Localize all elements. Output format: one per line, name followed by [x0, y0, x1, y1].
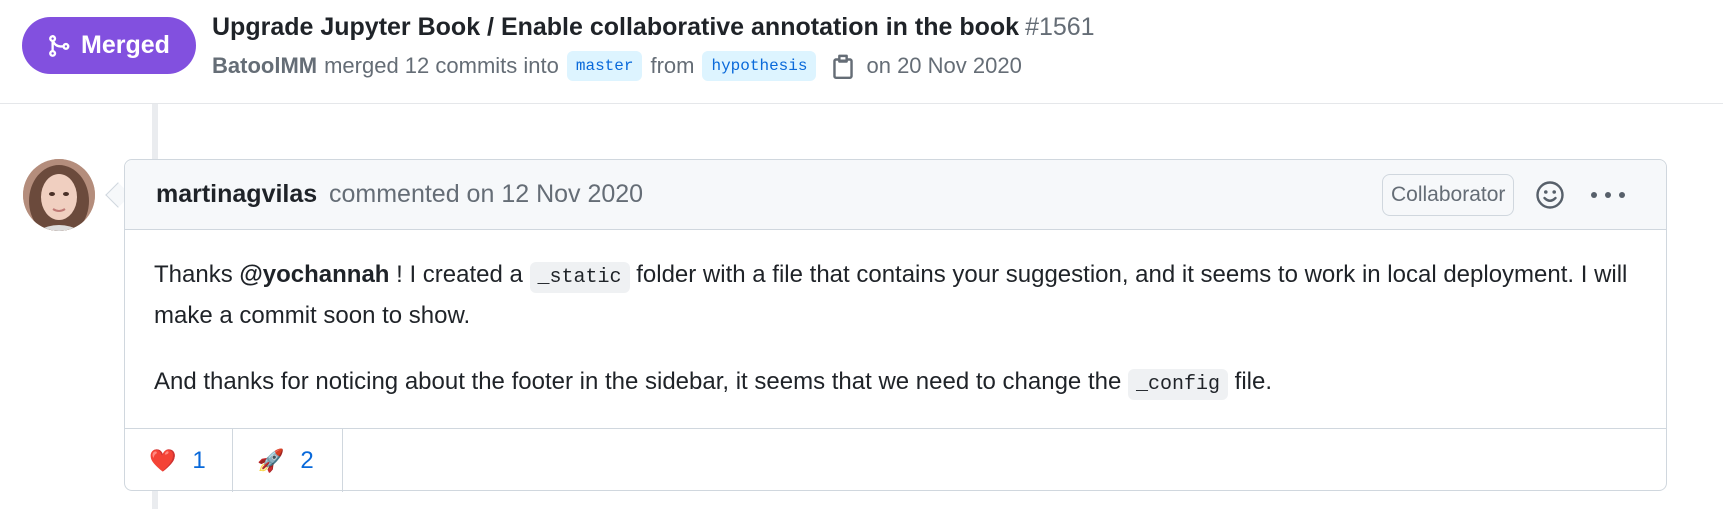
heart-reaction-button[interactable]: ❤️ 1	[125, 429, 233, 492]
from-text: from	[650, 53, 695, 78]
mention-link[interactable]: @yochannah	[239, 261, 389, 288]
merged-text: merged 12 commits into	[324, 53, 559, 78]
heart-icon: ❤️	[149, 447, 177, 473]
collaborator-badge: Collaborator	[1382, 174, 1515, 216]
git-merge-icon	[49, 34, 70, 57]
heart-count: 1	[192, 446, 206, 474]
rocket-icon: 🚀	[257, 447, 285, 473]
text-segment: file.	[1227, 368, 1272, 395]
comment-timestamp[interactable]: commented on 12 Nov 2020	[329, 180, 643, 209]
comment-paragraph-2: And thanks for noticing about the footer…	[154, 363, 1634, 404]
merged-label: Merged	[81, 31, 170, 59]
comment-author-link[interactable]: martinagvilas	[156, 180, 317, 209]
base-branch[interactable]: master	[566, 51, 643, 81]
comment-box: martinagvilas commented on 12 Nov 2020 C…	[124, 159, 1667, 492]
reactions-bar: ❤️ 1 🚀 2	[125, 428, 1666, 492]
add-reaction-icon[interactable]	[1533, 178, 1567, 212]
pr-author-link[interactable]: BatoolMM	[212, 53, 317, 79]
rocket-count: 2	[300, 446, 314, 474]
text-segment: And thanks for noticing about the footer…	[154, 368, 1128, 395]
head-branch[interactable]: hypothesis	[702, 51, 817, 81]
merged-date: on 20 Nov 2020	[866, 53, 1022, 78]
pr-meta: BatoolMM merged 12 commits into master f…	[212, 50, 1022, 82]
merged-status-badge: Merged	[22, 17, 196, 74]
pr-title-text: Upgrade Jupyter Book / Enable collaborat…	[212, 13, 1020, 41]
comment-header: martinagvilas commented on 12 Nov 2020 C…	[125, 160, 1666, 230]
inline-code: _config	[1127, 369, 1228, 400]
pr-number: #1561	[1025, 13, 1095, 41]
text-segment: Thanks	[154, 261, 240, 288]
pr-title: Upgrade Jupyter Book / Enable collaborat…	[212, 13, 1095, 42]
inline-code: _static	[529, 262, 630, 293]
pr-header: Merged Upgrade Jupyter Book / Enable col…	[0, 0, 1723, 104]
more-options-icon[interactable]	[1591, 186, 1625, 204]
avatar[interactable]	[23, 159, 95, 231]
rocket-reaction-button[interactable]: 🚀 2	[233, 429, 343, 492]
text-segment: ! I created a	[389, 261, 530, 288]
copy-icon[interactable]	[830, 52, 856, 80]
comment-paragraph-1: Thanks @yochannah ! I created a _static …	[154, 256, 1634, 335]
comment-body: Thanks @yochannah ! I created a _static …	[154, 256, 1634, 432]
